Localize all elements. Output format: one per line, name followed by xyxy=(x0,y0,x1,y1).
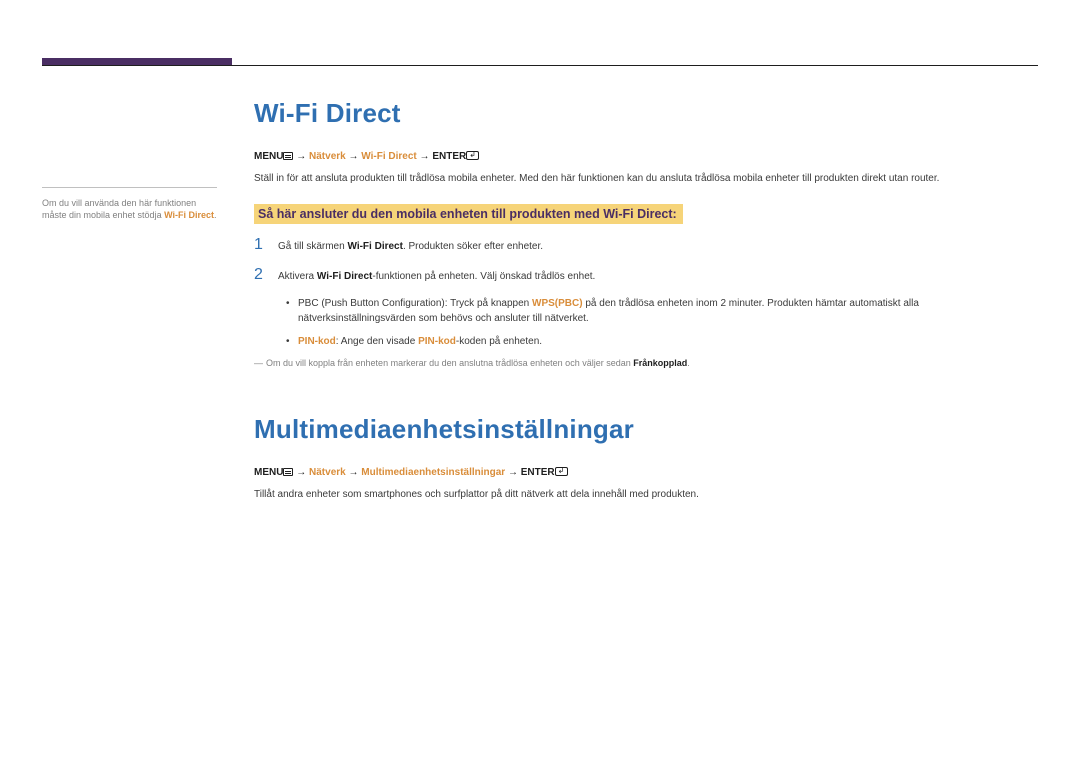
header-rule xyxy=(42,65,1038,66)
crumb-enter: ENTER xyxy=(521,467,555,478)
sidebar-rule xyxy=(42,187,217,188)
note-dash-icon: ― xyxy=(254,357,266,370)
menu-icon xyxy=(283,152,293,160)
bullet-pin: PIN-kod: Ange den visade PIN-kod-koden p… xyxy=(286,334,1038,349)
note-text-bold: Frånkopplad xyxy=(633,358,687,368)
menu-icon xyxy=(283,468,293,476)
sidebar-note-keyword: Wi-Fi Direct xyxy=(164,210,214,220)
step-1: 1 Gå till skärmen Wi-Fi Direct. Produkte… xyxy=(254,236,1038,254)
bullet-keyword: WPS(PBC) xyxy=(532,298,583,309)
section-title-multimedia: Multimediaenhetsinställningar xyxy=(254,414,1038,445)
crumb-wifi-direct: Wi-Fi Direct xyxy=(361,151,416,162)
note-text-post: . xyxy=(687,358,690,368)
crumb-natverk: Nätverk xyxy=(309,467,346,478)
breadcrumb-wifi-direct: MENU → Nätverk → Wi-Fi Direct → ENTER xyxy=(254,151,1038,162)
section-multimedia: Multimediaenhetsinställningar MENU → Nät… xyxy=(254,414,1038,502)
enter-icon xyxy=(466,151,479,160)
bullet-keyword: PIN-kod xyxy=(418,336,456,347)
sidebar-note: Om du vill använda den här funktionen må… xyxy=(42,187,217,221)
step-text-bold: Wi-Fi Direct xyxy=(347,241,402,252)
bullet-keyword: PIN-kod xyxy=(298,336,336,347)
step-number: 1 xyxy=(254,236,278,254)
step-text-pre: Aktivera xyxy=(278,271,317,282)
crumb-natverk: Nätverk xyxy=(309,151,346,162)
sidebar-note-post: . xyxy=(214,210,217,220)
crumb-menu: MENU xyxy=(254,151,283,162)
crumb-multimedia: Multimediaenhetsinställningar xyxy=(361,467,505,478)
step-text-post: . Produkten söker efter enheter. xyxy=(403,241,543,252)
enter-icon xyxy=(555,467,568,476)
crumb-arrow: → xyxy=(505,467,521,478)
disconnect-note: ― Om du vill koppla från enheten markera… xyxy=(254,357,1038,370)
sub-bullet-list: PBC (Push Button Configuration): Tryck p… xyxy=(286,296,1038,349)
header-accent-bar xyxy=(42,58,232,65)
bullet-text: -koden på enheten. xyxy=(456,336,542,347)
main-content: Wi-Fi Direct MENU → Nätverk → Wi-Fi Dire… xyxy=(254,98,1038,520)
step-text-bold: Wi-Fi Direct xyxy=(317,271,372,282)
crumb-enter: ENTER xyxy=(432,151,466,162)
bullet-pbc: PBC (Push Button Configuration): Tryck p… xyxy=(286,296,1038,326)
step-text-post: -funktionen på enheten. Välj önskad tråd… xyxy=(372,271,595,282)
steps-list: 1 Gå till skärmen Wi-Fi Direct. Produkte… xyxy=(254,236,1038,284)
crumb-menu: MENU xyxy=(254,467,283,478)
crumb-arrow: → xyxy=(346,467,362,478)
intro-text-multimedia: Tillåt andra enheter som smartphones och… xyxy=(254,487,1038,502)
breadcrumb-multimedia: MENU → Nätverk → Multimediaenhetsinställ… xyxy=(254,467,1038,478)
bullet-text: PBC (Push Button Configuration): Tryck p… xyxy=(298,298,532,309)
intro-text: Ställ in för att ansluta produkten till … xyxy=(254,171,1038,186)
crumb-arrow: → xyxy=(293,467,309,478)
step-number: 2 xyxy=(254,266,278,284)
subheading-highlight: Så här ansluter du den mobila enheten ti… xyxy=(254,204,683,224)
crumb-arrow: → xyxy=(293,151,309,162)
bullet-text: : Ange den visade xyxy=(336,336,418,347)
step-text: Gå till skärmen Wi-Fi Direct. Produkten … xyxy=(278,240,543,254)
note-text-pre: Om du vill koppla från enheten markerar … xyxy=(266,358,633,368)
section-title-wifi-direct: Wi-Fi Direct xyxy=(254,98,1038,129)
step-2: 2 Aktivera Wi-Fi Direct-funktionen på en… xyxy=(254,266,1038,284)
step-text-pre: Gå till skärmen xyxy=(278,241,347,252)
crumb-arrow: → xyxy=(346,151,362,162)
note-text: Om du vill koppla från enheten markerar … xyxy=(266,357,690,370)
crumb-arrow: → xyxy=(417,151,433,162)
step-text: Aktivera Wi-Fi Direct-funktionen på enhe… xyxy=(278,270,595,284)
